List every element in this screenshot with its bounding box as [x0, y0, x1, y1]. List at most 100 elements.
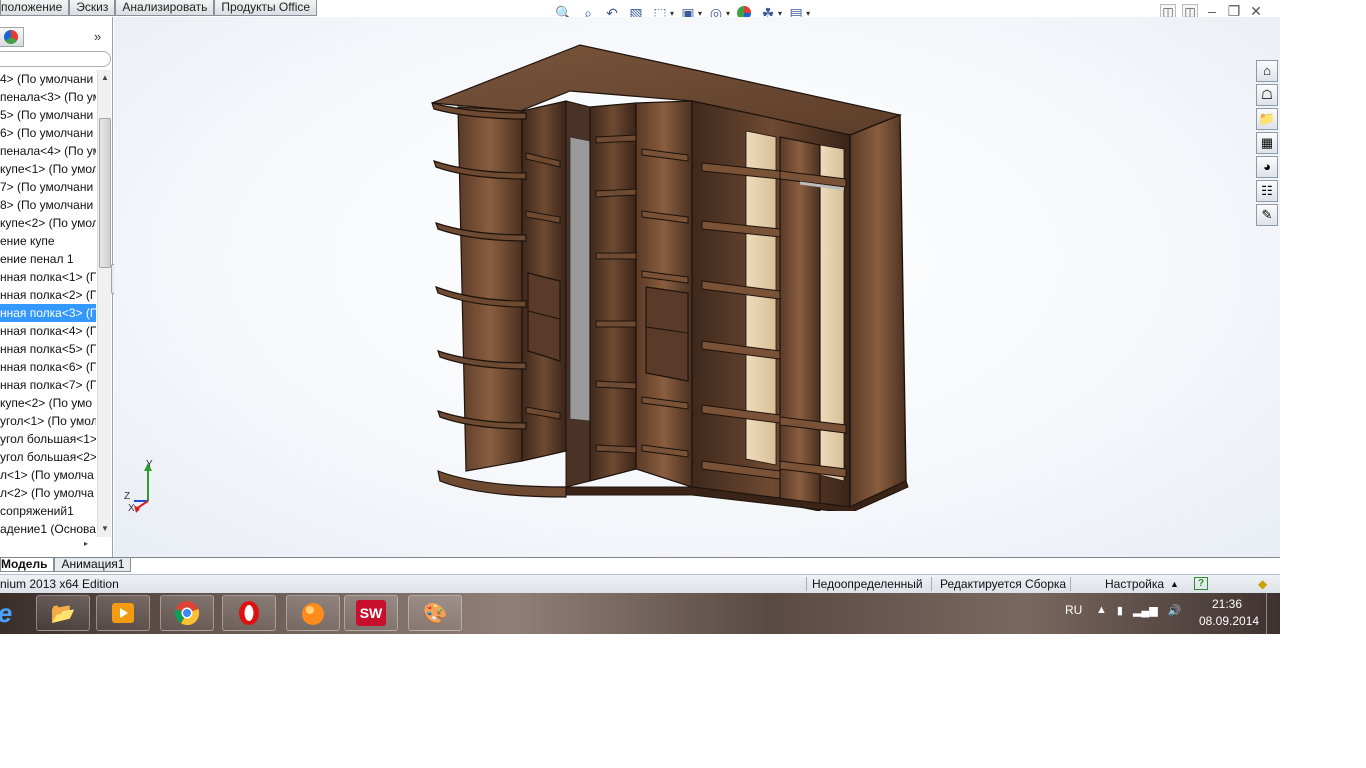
tree-item[interactable]: сопряжений1	[0, 502, 96, 520]
definition-status: Недоопределенный	[812, 577, 923, 591]
tab-office-products[interactable]: Продукты Office	[214, 0, 318, 16]
right-end-panel	[849, 113, 907, 509]
feature-tree: 4> (По умолчани пенала<3> (По ум 5> (По ум…	[0, 70, 96, 537]
tree-item[interactable]: 6> (По умолчани	[0, 124, 96, 142]
status-separator	[806, 577, 807, 591]
tab-sketch[interactable]: Эскиз	[69, 0, 116, 16]
windows-taskbar: e 📂 SW 🎨 RU ▲ ▮ ▂▄▆ 🔊 21:36 08.09.2014	[0, 593, 1280, 634]
graphics-area[interactable]: Y Z X	[114, 17, 1280, 557]
triad-x-label: X	[128, 503, 135, 514]
system-tray: ▲ ▮ ▂▄▆ 🔊	[1096, 604, 1181, 617]
tab-layout[interactable]: положение	[0, 0, 70, 16]
clock-date[interactable]: 08.09.2014	[1199, 614, 1259, 628]
task-pane-tabs: ⌂ ☖ 📁 ▦ ◕ ☷ ✎	[1256, 60, 1278, 226]
tree-item[interactable]: ение купе	[0, 232, 96, 250]
tree-item[interactable]: 5> (По умолчани	[0, 106, 96, 124]
tree-item[interactable]: нная полка<3> (П	[0, 304, 96, 322]
expand-panel-icon[interactable]: »	[94, 29, 101, 44]
scroll-right-icon[interactable]: ▸	[84, 539, 88, 548]
corner-wardrobe-model[interactable]	[430, 41, 1030, 511]
corner-compartment-side	[589, 102, 637, 482]
left-shelf-side	[457, 106, 523, 472]
tree-item[interactable]: л<1> (По умолча	[0, 466, 96, 484]
corner-mirror	[569, 136, 591, 422]
chrome-icon[interactable]	[160, 595, 214, 631]
scroll-thumb[interactable]	[99, 118, 111, 268]
tree-item[interactable]: купе<2> (По умо	[0, 394, 96, 412]
tree-item[interactable]: купе<1> (По умол	[0, 160, 96, 178]
media-player-icon[interactable]	[96, 595, 150, 631]
tree-item[interactable]: купе<2> (По умол	[0, 214, 96, 232]
tree-item[interactable]: нная полка<7> (П	[0, 376, 96, 394]
file-explorer-icon[interactable]: 📂	[36, 595, 90, 631]
power-icon[interactable]: ▮	[1117, 604, 1123, 617]
solidworks-icon[interactable]: SW	[344, 595, 398, 631]
tree-item[interactable]: угол большая<1>	[0, 430, 96, 448]
custom-properties-icon[interactable]: ☷	[1256, 180, 1278, 202]
editing-status: Редактируется Сборка	[940, 577, 1067, 591]
games-icon[interactable]	[286, 595, 340, 631]
tree-item[interactable]: 7> (По умолчани	[0, 178, 96, 196]
tree-item[interactable]: угол большая<2>	[0, 448, 96, 466]
tree-horizontal-scrollbar[interactable]: ▸	[0, 539, 96, 553]
network-icon[interactable]: ▂▄▆	[1133, 604, 1158, 617]
ie-icon[interactable]: e	[0, 595, 20, 631]
view-palette-icon[interactable]: ▦	[1256, 132, 1278, 154]
file-explorer-icon[interactable]: 📁	[1256, 108, 1278, 130]
solidworks-window: положение Эскиз Анализировать Продукты O…	[0, 0, 1280, 634]
tree-item[interactable]: ение пенал 1	[0, 250, 96, 268]
triad-y-label: Y	[146, 459, 153, 470]
tree-item[interactable]: 4> (По умолчани	[0, 70, 96, 88]
reference-triad: Y Z X	[122, 459, 166, 522]
resources-icon[interactable]: ⌂	[1256, 60, 1278, 82]
tree-item[interactable]: нная полка<4> (П	[0, 322, 96, 340]
appearances-icon[interactable]: ◕	[1256, 156, 1278, 178]
tray-expand-icon[interactable]: ▲	[1096, 604, 1107, 617]
tree-item[interactable]: нная полка<1> (П	[0, 268, 96, 286]
media-player-glyph	[112, 603, 134, 623]
opera-icon[interactable]	[222, 595, 276, 631]
language-indicator[interactable]: RU	[1065, 603, 1082, 617]
design-library-icon[interactable]: ☖	[1256, 84, 1278, 106]
status-bar: nium 2013 x64 Edition Недоопределенный Р…	[0, 574, 1280, 593]
scroll-down-icon[interactable]: ▼	[100, 523, 110, 535]
help-icon[interactable]: ?	[1194, 577, 1208, 590]
chrome-glyph	[174, 601, 200, 626]
games-glyph	[302, 603, 324, 625]
tree-item[interactable]: пенала<4> (По ум	[0, 142, 96, 160]
tab-model[interactable]: Модель	[0, 558, 55, 572]
opera-glyph	[239, 601, 259, 625]
right-divider	[779, 136, 821, 511]
clock-time[interactable]: 21:36	[1212, 597, 1242, 611]
tab-analyze[interactable]: Анализировать	[115, 0, 215, 16]
tree-item[interactable]: 8> (По умолчани	[0, 196, 96, 214]
tree-vertical-scrollbar[interactable]: ▲ ▼	[97, 70, 111, 537]
model-animation-tabs: Модель Анимация1	[0, 558, 132, 572]
edition-label: nium 2013 x64 Edition	[0, 577, 119, 591]
middle-drawers	[645, 286, 689, 382]
triad-z-label: Z	[124, 491, 131, 502]
volume-icon[interactable]: 🔊	[1168, 604, 1182, 617]
tree-item[interactable]: нная полка<2> (П	[0, 286, 96, 304]
settings-arrow-icon[interactable]: ▲	[1170, 575, 1179, 593]
status-separator	[1070, 577, 1071, 591]
tree-item[interactable]: адение1 (Основа	[0, 520, 96, 537]
tag-icon[interactable]: ◆	[1258, 575, 1267, 593]
tree-item[interactable]: нная полка<5> (П	[0, 340, 96, 358]
tab-animation[interactable]: Анимация1	[54, 558, 132, 572]
left-drawers	[527, 272, 561, 362]
settings-menu[interactable]: Настройка	[1105, 575, 1164, 593]
scroll-up-icon[interactable]: ▲	[100, 72, 110, 84]
show-desktop-button[interactable]	[1266, 593, 1280, 634]
paint-icon[interactable]: 🎨	[408, 595, 462, 631]
tree-filter-input[interactable]	[0, 51, 111, 67]
command-manager-tabs: положение Эскиз Анализировать Продукты O…	[0, 0, 318, 16]
tree-item[interactable]: л<2> (По умолча	[0, 484, 96, 502]
tree-item[interactable]: пенала<3> (По ум	[0, 88, 96, 106]
appearance-tab-icon[interactable]	[0, 27, 24, 47]
forum-icon[interactable]: ✎	[1256, 204, 1278, 226]
panel-tab-strip: »	[0, 23, 112, 47]
tree-item[interactable]: угол<1> (По умол	[0, 412, 96, 430]
feature-manager-panel: » 4> (По умолчани пенала<3> (По ум 5> (По …	[0, 17, 113, 557]
tree-item[interactable]: нная полка<6> (П	[0, 358, 96, 376]
